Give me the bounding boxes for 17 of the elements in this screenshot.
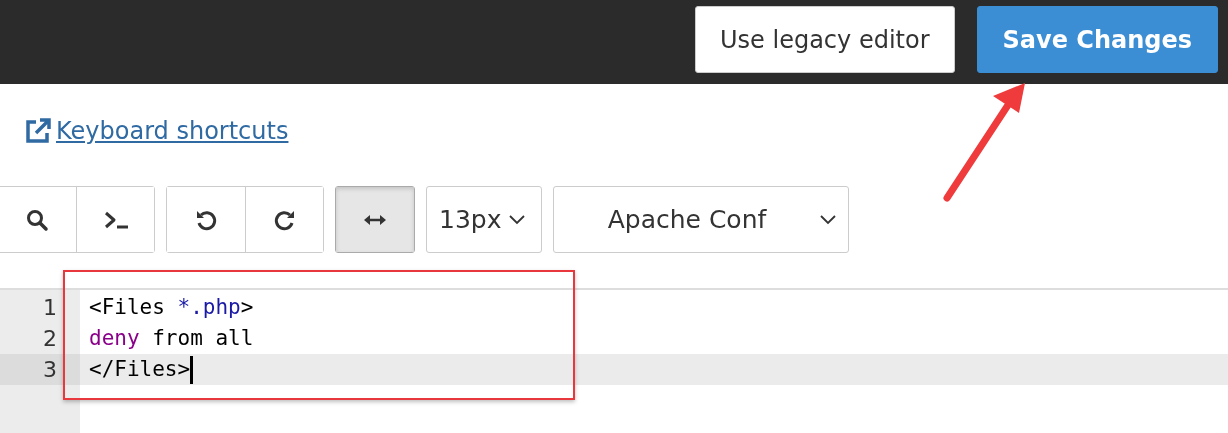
search-icon [25, 207, 49, 232]
redo-button[interactable] [245, 187, 323, 252]
save-button[interactable]: Save Changes [976, 6, 1218, 73]
keyboard-shortcuts-link[interactable]: Keyboard shortcuts [24, 117, 289, 145]
wrap-toggle-button[interactable] [336, 187, 414, 252]
legacy-editor-button[interactable]: Use legacy editor [695, 6, 955, 73]
caret-icon [820, 214, 836, 225]
line-number: 3 [0, 354, 80, 385]
code-line: deny from all [88, 325, 255, 352]
mode-select[interactable]: Apache Conf [553, 186, 849, 253]
line-number: 2 [42, 325, 58, 353]
code-line: <Files *.php> [88, 294, 255, 321]
external-link-icon [24, 117, 52, 145]
line-number: 1 [42, 294, 58, 322]
caret-icon [509, 214, 526, 225]
font-size-select[interactable]: 13px [426, 186, 542, 253]
text-cursor [190, 355, 194, 384]
